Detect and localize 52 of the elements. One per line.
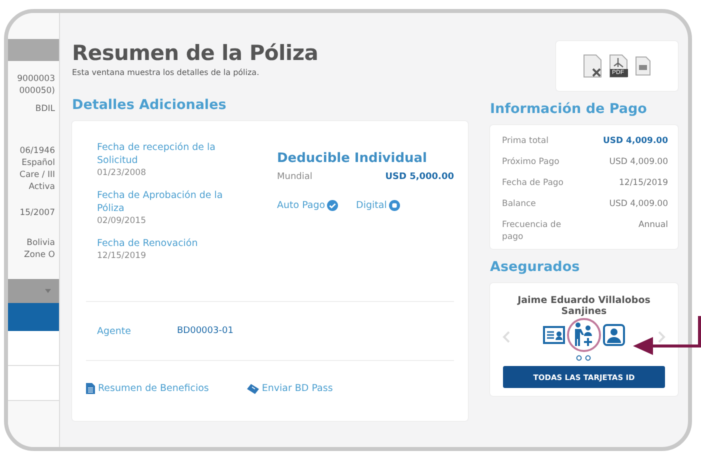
deductible-region: Mundial [277,172,312,182]
caret-icon [45,289,51,293]
pager-dots-icon [576,355,592,361]
annotation-arrow [633,316,701,356]
insured-name: Jaime Eduardo Villalobos Sanjines [516,295,652,317]
agent-label: Agente [97,326,132,336]
payment-label: Fecha de Pago [502,177,565,189]
sidebar-value: BDIL [35,103,55,115]
field-label: Fecha de recepción de la Solicitud [97,141,216,167]
sidebar-value: 9000003 [17,73,55,85]
payment-value: USD 4,009.00 [609,156,668,168]
field-label: Fecha de Renovación [97,237,199,250]
sidebar-value: Care / III [20,169,55,181]
id-card-icon[interactable] [543,326,565,344]
sidebar-value: 06/1946 [20,145,55,157]
payment-value: Annual [638,219,668,231]
sidebar-header [8,39,59,61]
payment-label: Próximo Pago [502,156,560,168]
section-heading: Asegurados [490,259,581,275]
sidebar-value: Español [22,157,55,169]
checked-circle-icon[interactable] [327,200,338,211]
printer-icon[interactable] [635,56,651,76]
payment-value: 12/15/2019 [619,177,668,189]
ticket-icon [246,384,259,394]
doctor-icon[interactable] [603,324,625,346]
toggle-label: Digital [356,200,387,211]
unchecked-circle-icon[interactable] [388,200,400,211]
deductible-amount: USD 5,000.00 [385,172,454,182]
payment-label: Balance [502,198,537,210]
section-heading: Detalles Adicionales [72,97,228,113]
page-subtitle: Esta ventana muestra los detalles de la póliza. [72,68,260,77]
toggle-label: Auto Pago [277,200,326,211]
page-title: Resumen de la Póliza [72,41,320,65]
agent-value: BD00003-01 [177,326,234,336]
document-icon [86,383,95,394]
deductible-title: Deducible Individual [277,151,428,166]
sidebar-value: Bolivia [26,237,55,249]
payment-value: USD 4,009.00 [609,198,668,210]
field-value: 02/09/2015 [97,215,147,227]
card-option[interactable] [567,318,601,352]
payment-label: Frecuencia de pago [502,219,562,243]
sidebar-value: 000050) [19,85,55,97]
section-heading: Información de Pago [490,101,648,117]
excel-export-icon[interactable] [583,54,603,78]
field-label: Fecha de Aprobación de la Póliza [97,189,224,215]
payment-value: USD 4,009.00 [603,135,668,147]
sidebar-value: Activa [28,181,55,193]
field-value: 01/23/2008 [97,167,147,179]
sidebar-value: 15/2007 [20,207,55,219]
sidebar-value: Zone O [24,249,55,261]
field-value: 12/15/2019 [97,250,147,262]
payment-label: Prima total [502,135,550,147]
